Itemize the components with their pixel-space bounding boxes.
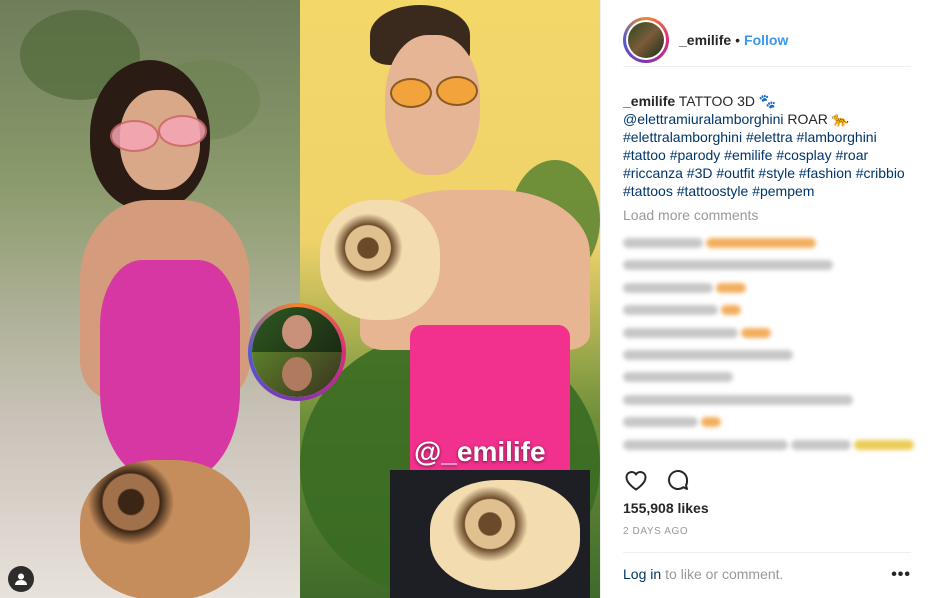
blurred-comment-text: [623, 238, 703, 248]
blurred-comment-text: [741, 327, 771, 338]
comment-row: [623, 322, 918, 344]
comment-row: [623, 389, 918, 411]
caption-mention[interactable]: @elettramiuralamborghini: [623, 111, 784, 127]
collage-avatar: [248, 303, 346, 401]
comment-row: [623, 344, 918, 366]
follow-button[interactable]: Follow: [744, 32, 788, 48]
user-icon: [15, 573, 27, 585]
man-figure: [320, 0, 600, 598]
blurred-comment-text: [854, 439, 914, 450]
comments-list: [623, 232, 918, 456]
profile-avatar[interactable]: [623, 17, 669, 63]
photo-right-half: [300, 0, 600, 598]
blurred-comment-text: [623, 305, 718, 316]
blurred-comment-text: [623, 260, 833, 271]
comment-row: [623, 254, 918, 276]
blurred-comment-text: [623, 417, 698, 428]
woman-figure: [40, 60, 270, 598]
blurred-comment-text: [716, 282, 746, 293]
post-header: _emilife • Follow: [623, 14, 911, 67]
login-link[interactable]: Log in: [623, 566, 661, 582]
blurred-comment-text: [791, 439, 851, 450]
blurred-comment-text: [623, 394, 853, 405]
blurred-comment-text: [623, 439, 788, 450]
blurred-comment-text: [623, 327, 738, 338]
comment-row: [623, 411, 918, 433]
post-side-panel: _emilife • Follow _emilife TATTOO 3D 🐾 @…: [600, 0, 933, 598]
user-tag-button[interactable]: [8, 566, 34, 592]
caption-after-mention: ROAR 🐆: [787, 111, 850, 127]
caption-author[interactable]: _emilife: [623, 93, 675, 109]
login-prompt-text: to like or comment.: [665, 566, 784, 582]
load-more-comments-link[interactable]: Load more comments: [623, 207, 758, 223]
more-options-button[interactable]: •••: [891, 566, 911, 584]
photo-watermark: @_emilife: [414, 436, 546, 467]
comment-row: [623, 366, 918, 388]
caption-hashtags[interactable]: #elettralamborghini #elettra #lamborghin…: [623, 129, 905, 199]
post-photo[interactable]: @_emilife: [0, 0, 600, 598]
heart-icon: [625, 471, 647, 491]
post-caption: _emilife TATTOO 3D 🐾 @elettramiuralambor…: [623, 92, 918, 200]
comment-row: [623, 232, 918, 254]
blurred-comment-text: [701, 417, 721, 428]
blurred-comment-text: [706, 238, 816, 248]
blurred-comment-text: [721, 305, 741, 316]
header-separator: •: [735, 32, 741, 48]
like-button[interactable]: [623, 467, 649, 493]
like-count[interactable]: 155,908 likes: [623, 500, 709, 516]
blurred-comment-text: [623, 349, 793, 360]
comment-row: [623, 277, 918, 299]
action-bar: [623, 466, 911, 494]
caption-text: TATTOO 3D 🐾: [678, 93, 777, 109]
comment-bubble-icon: [668, 470, 689, 490]
comment-row: [623, 434, 918, 456]
blurred-comment-text: [623, 282, 713, 293]
post-timestamp: 2 DAYS AGO: [623, 526, 689, 537]
photo-left-half: [0, 0, 300, 598]
header-username[interactable]: _emilife: [679, 32, 731, 48]
comment-row: [623, 299, 918, 321]
comment-footer: Log in to like or comment. •••: [623, 552, 911, 595]
blurred-comment-text: [623, 372, 733, 383]
comment-button[interactable]: [665, 467, 691, 493]
